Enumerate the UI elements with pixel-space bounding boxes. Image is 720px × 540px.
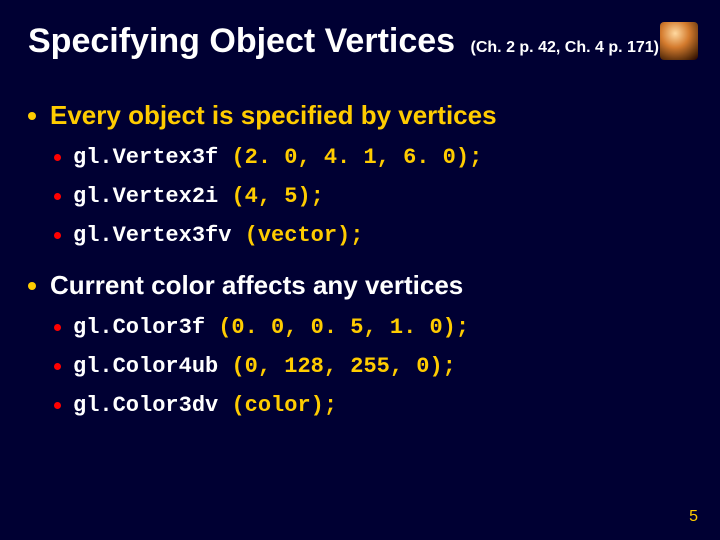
code-fn: gl.Color4ub [73,354,218,379]
title-main: Specifying Object Vertices [28,22,455,60]
bullet-heading-1: Every object is specified by vertices [28,100,688,131]
logo-icon [660,22,698,60]
code-text: gl.Vertex3fv (vector); [73,223,363,248]
code-line: gl.Color4ub (0, 128, 255, 0); [54,354,688,379]
code-line: gl.Color3f (0. 0, 0. 5, 1. 0); [54,315,688,340]
code-args: (0. 0, 0. 5, 1. 0); [218,315,469,340]
code-line: gl.Vertex3f (2. 0, 4. 1, 6. 0); [54,145,688,170]
code-line: gl.Vertex3fv (vector); [54,223,688,248]
bullet-dot-icon [28,282,36,290]
heading-text: Current color affects any vertices [50,270,463,301]
bullet-dot-icon [54,232,61,239]
code-text: gl.Vertex2i (4, 5); [73,184,324,209]
bullet-dot-icon [28,112,36,120]
code-args: (vector); [245,223,364,248]
code-text: gl.Vertex3f (2. 0, 4. 1, 6. 0); [73,145,482,170]
bullet-dot-icon [54,324,61,331]
code-fn: gl.Color3dv [73,393,218,418]
content-area: Every object is specified by vertices gl… [28,100,688,418]
page-number: 5 [689,508,698,526]
slide-title: Specifying Object Vertices (Ch. 2 p. 42,… [28,22,659,61]
bullet-dot-icon [54,154,61,161]
code-fn: gl.Vertex3f [73,145,218,170]
title-sub: (Ch. 2 p. 42, Ch. 4 p. 171) [471,39,660,56]
bullet-dot-icon [54,193,61,200]
code-line: gl.Color3dv (color); [54,393,688,418]
bullet-heading-2: Current color affects any vertices [28,270,688,301]
bullet-dot-icon [54,363,61,370]
code-fn: gl.Color3f [73,315,205,340]
code-args: (2. 0, 4. 1, 6. 0); [231,145,482,170]
code-text: gl.Color3f (0. 0, 0. 5, 1. 0); [73,315,469,340]
code-line: gl.Vertex2i (4, 5); [54,184,688,209]
code-args: (4, 5); [231,184,323,209]
slide: Specifying Object Vertices (Ch. 2 p. 42,… [0,0,720,540]
code-args: (color); [231,393,337,418]
code-args: (0, 128, 255, 0); [231,354,455,379]
bullet-dot-icon [54,402,61,409]
code-fn: gl.Vertex2i [73,184,218,209]
code-text: gl.Color3dv (color); [73,393,337,418]
code-fn: gl.Vertex3fv [73,223,231,248]
code-text: gl.Color4ub (0, 128, 255, 0); [73,354,456,379]
heading-text: Every object is specified by vertices [50,100,497,131]
